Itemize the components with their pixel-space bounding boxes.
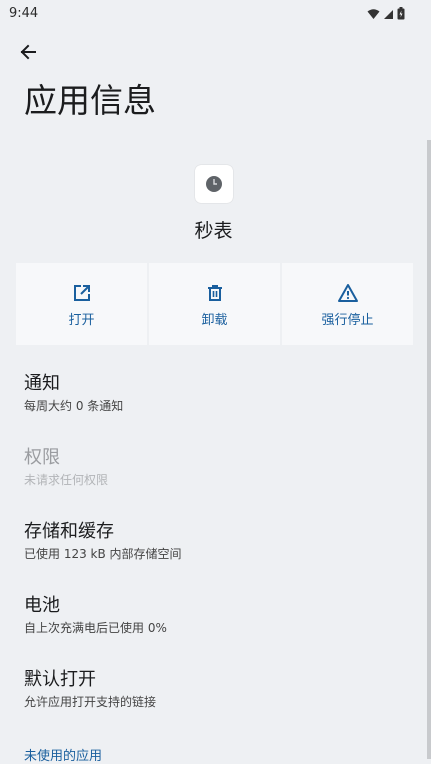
page-title: 应用信息 — [24, 81, 156, 120]
settings-item-battery[interactable]: 电池 自上次充满电后已使用 0% — [24, 591, 167, 636]
permissions-subtitle: 未请求任何权限 — [24, 473, 109, 487]
battery-subtitle: 自上次充满电后已使用 0% — [24, 621, 167, 635]
uninstall-button[interactable]: 卸载 — [149, 263, 280, 345]
status-bar: 9:44 — [0, 0, 431, 28]
scrollbar[interactable] — [427, 140, 431, 759]
permissions-title: 权限 — [24, 447, 60, 468]
open-label: 打开 — [68, 313, 95, 328]
signal-icon — [384, 9, 393, 19]
app-name: 秒表 — [194, 220, 233, 242]
force-stop-button[interactable]: 强行停止 — [282, 263, 413, 345]
uninstall-label: 卸载 — [201, 313, 228, 328]
force-stop-label: 强行停止 — [321, 313, 374, 328]
app-icon — [195, 165, 233, 203]
open-button[interactable]: 打开 — [16, 263, 147, 345]
stopwatch-icon — [206, 176, 222, 192]
storage-title: 存储和缓存 — [24, 521, 114, 542]
battery-icon — [397, 7, 405, 20]
battery-title: 电池 — [24, 595, 60, 616]
open-by-default-subtitle: 允许应用打开支持的链接 — [24, 695, 157, 709]
storage-subtitle: 已使用 123 kB 内部存储空间 — [24, 547, 182, 561]
settings-item-notifications[interactable]: 通知 每周大约 0 条通知 — [24, 369, 123, 414]
status-time: 9:44 — [9, 6, 39, 21]
settings-item-permissions: 权限 未请求任何权限 — [24, 443, 108, 488]
wifi-icon — [367, 8, 380, 19]
arrow-back-icon — [20, 44, 36, 60]
settings-item-storage[interactable]: 存储和缓存 已使用 123 kB 内部存储空间 — [24, 517, 182, 562]
notifications-subtitle: 每周大约 0 条通知 — [24, 399, 124, 413]
unused-apps-section-header: 未使用的应用 — [24, 749, 103, 764]
back-button[interactable] — [14, 38, 42, 66]
status-icons — [367, 7, 405, 20]
action-bar: 打开 卸载 强行停止 — [16, 263, 413, 345]
settings-item-open-by-default[interactable]: 默认打开 允许应用打开支持的链接 — [24, 665, 156, 710]
open-in-new-icon — [73, 285, 90, 301]
trash-icon — [207, 285, 222, 301]
open-by-default-title: 默认打开 — [24, 669, 96, 690]
warning-icon — [337, 284, 358, 302]
notifications-title: 通知 — [24, 373, 60, 394]
